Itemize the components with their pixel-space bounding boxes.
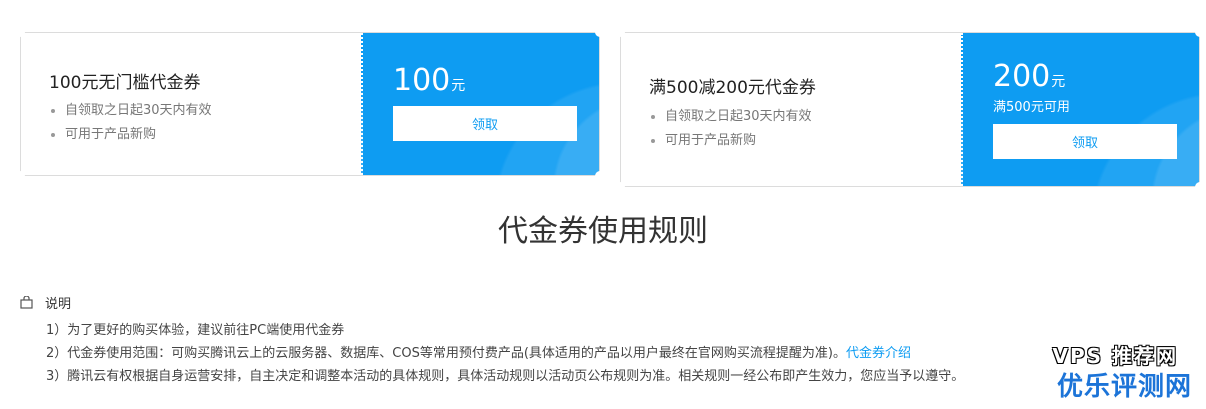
coupon-amount-number: 200: [993, 59, 1051, 94]
coupon-notch: [1195, 182, 1205, 192]
coupon-notch: [595, 27, 605, 37]
note-header: 说明: [20, 293, 71, 312]
rule-item: 2）代金券使用范围：可购买腾讯云上的云服务器、数据库、COS等常用预付费产品(具…: [46, 342, 911, 361]
coupon-amount-number: 100: [393, 63, 451, 98]
rule-item: 3）腾讯云有权根据自身运营安排，自主决定和调整本活动的具体规则，具体活动规则以活…: [46, 369, 965, 384]
coupon-card-200: 满500减200元代金券 自领取之日起30天内有效 可用于产品新购 200元 满…: [615, 27, 1205, 192]
rule-item: 1）为了更好的购买体验，建议前往PC端使用代金券: [46, 323, 345, 338]
coupon-term: 可用于产品新购: [49, 123, 212, 147]
coupon-notch: [615, 27, 625, 37]
watermark-line: VPS 推荐网: [1052, 344, 1178, 368]
coupon-condition: 满500元可用: [993, 100, 1070, 115]
claim-button[interactable]: 领取: [393, 106, 577, 141]
page: 100元无门槛代金券 自领取之日起30天内有效 可用于产品新购 100元 领取 …: [0, 0, 1206, 409]
note-label: 说明: [45, 297, 72, 312]
coupon-notch: [1195, 27, 1205, 37]
watermark-line: 优乐评测网: [1056, 372, 1192, 402]
coupon-amount: 100元: [393, 63, 465, 98]
coupon-title: 100元无门槛代金券: [49, 73, 201, 93]
coupon-card-100: 100元无门槛代金券 自领取之日起30天内有效 可用于产品新购 100元 领取: [15, 27, 605, 181]
coupon-amount-unit: 元: [1051, 74, 1066, 90]
rules-title: 代金券使用规则: [498, 214, 708, 249]
coupon-title: 满500减200元代金券: [649, 78, 816, 98]
coupon-term: 自领取之日起30天内有效: [649, 105, 812, 129]
coupon-value-panel: 100元 领取: [361, 33, 599, 175]
rule-item-text: 2）代金券使用范围：可购买腾讯云上的云服务器、数据库、COS等常用预付费产品(具…: [46, 346, 846, 361]
coupon-info: 100元无门槛代金券 自领取之日起30天内有效 可用于产品新购: [21, 33, 361, 175]
coupon-amount-unit: 元: [451, 78, 466, 94]
coupon-terms: 自领取之日起30天内有效 可用于产品新购: [649, 105, 812, 153]
coupon-value-panel: 200元 满500元可用 领取: [961, 33, 1199, 186]
bag-icon: [20, 296, 33, 309]
coupon-notch: [595, 171, 605, 181]
coupon-term: 可用于产品新购: [649, 129, 812, 153]
coupon-info: 满500减200元代金券 自领取之日起30天内有效 可用于产品新购: [621, 33, 961, 186]
coupon-term: 自领取之日起30天内有效: [49, 99, 212, 123]
coupon-intro-link[interactable]: 代金券介绍: [846, 346, 911, 361]
coupon-notch: [15, 27, 25, 37]
claim-button[interactable]: 领取: [993, 124, 1177, 159]
coupon-notch: [615, 182, 625, 192]
coupon-amount: 200元: [993, 59, 1065, 94]
coupon-terms: 自领取之日起30天内有效 可用于产品新购: [49, 99, 212, 147]
coupon-notch: [15, 171, 25, 181]
